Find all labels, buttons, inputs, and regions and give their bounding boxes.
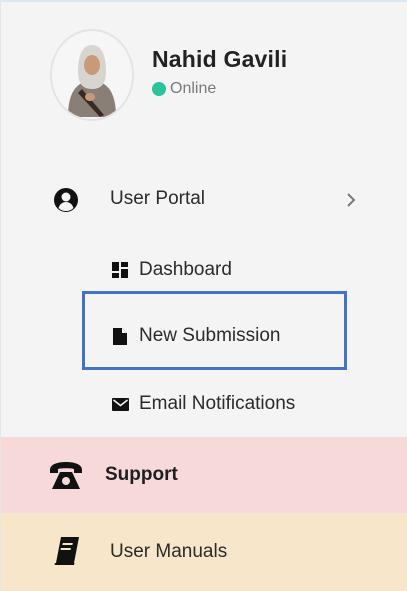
avatar[interactable] (50, 29, 134, 121)
status-text: Online (170, 80, 217, 97)
menu-item-support[interactable]: Support (1, 437, 407, 513)
submenu-item-dashboard[interactable]: Dashboard (1, 250, 407, 290)
menu-item-label: Support (105, 464, 178, 485)
chevron-right-icon[interactable] (344, 190, 358, 210)
submenu-item-label: Email Notifications (139, 393, 296, 414)
user-name: Nahid Gavili (152, 46, 288, 72)
menu-item-label: User Portal (110, 188, 206, 209)
sidebar: Nahid Gavili Online User Portal Dashboar… (0, 0, 407, 591)
user-avatar-icon (52, 31, 132, 119)
top-border (1, 0, 407, 2)
submenu-item-new-submission[interactable]: New Submission (1, 316, 407, 356)
menu-item-user-manuals[interactable]: User Manuals (1, 513, 407, 591)
phone-icon (49, 461, 83, 491)
submenu-item-label: New Submission (139, 325, 281, 346)
file-icon (111, 327, 129, 345)
envelope-icon (111, 395, 129, 413)
submenu-item-label: Dashboard (139, 259, 232, 280)
submenu-item-email-notifications[interactable]: Email Notifications (1, 384, 407, 424)
user-status: Online (152, 80, 216, 98)
menu-item-user-portal[interactable]: User Portal (1, 174, 407, 226)
dashboard-icon (111, 261, 129, 279)
user-circle-icon (53, 187, 79, 213)
online-status-dot-icon (152, 82, 166, 96)
book-icon (53, 535, 81, 567)
menu-item-label: User Manuals (110, 541, 228, 562)
